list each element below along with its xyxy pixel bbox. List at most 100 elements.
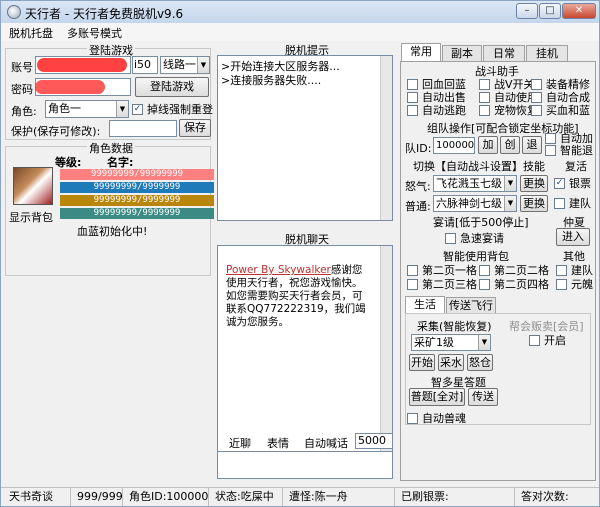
tab-daily[interactable]: 日常 [483, 45, 525, 62]
mp-bar: 99999999/9999999 [60, 182, 214, 193]
checkbox-other-team[interactable]: 建队 [556, 264, 593, 277]
checkbox-smart-exit[interactable]: 智能退 [545, 144, 593, 157]
quiz-button[interactable]: 普题[全对] [409, 388, 465, 406]
tab-dungeon[interactable]: 副本 [442, 45, 482, 62]
tab-emoji[interactable]: 表情 [267, 435, 289, 451]
tab-nearby-chat[interactable]: 近聊 [229, 435, 251, 451]
menu-tray[interactable]: 脱机托盘 [9, 25, 53, 41]
tips-line: >连接服务器失败.... [221, 74, 322, 87]
title-bar[interactable]: 天行者 - 天行者免费脱机v9.6 – □ ✕ [1, 1, 599, 23]
team-create-button[interactable]: 创 [500, 136, 520, 154]
checkbox-bag-slot-3[interactable]: 第二页三格 [407, 278, 477, 291]
status-monster: 遭怪:陈一舟 [285, 488, 395, 506]
checkbox-war-v[interactable]: 战V开关 [479, 78, 535, 91]
checkbox-auto-compose[interactable]: 自动合成 [531, 91, 590, 104]
checkbox-buy-potions[interactable]: 买血和蓝 [531, 104, 590, 117]
tab-life[interactable]: 生活 [405, 296, 445, 314]
skills-title: 切换【自动战斗设置】技能 [411, 158, 547, 174]
checkbox-recover[interactable]: 回血回蓝 [407, 78, 466, 91]
normal-label: 普通: [405, 200, 431, 213]
team-join-button[interactable]: 加 [478, 136, 498, 154]
middle-column: 脱机提示 >开始连接大区服务器... >连接服务器失败.... 脱机聊天 Pow… [215, 43, 395, 483]
revive-title: 复活 [563, 158, 589, 174]
maximize-button[interactable]: □ [539, 3, 561, 19]
checkbox-pet-recover[interactable]: 宠物恢复 [479, 104, 538, 117]
name-label: 名字: [107, 156, 134, 169]
level-label: 等级: [55, 156, 82, 169]
change-normal-skill-button[interactable]: 更换 [520, 195, 548, 212]
status-correct: 答对次数: [521, 490, 569, 503]
normal-skill-select[interactable]: 六脉神剑七级 ▼ [433, 195, 517, 212]
status-game: 天书奇谈 [5, 488, 71, 506]
hp-bar: 99999999/99999999 [60, 169, 214, 180]
smart-bag-title: 智能使用背包 [441, 248, 511, 264]
chat-message: Power By Skywalker感谢您使用天行者，祝您游戏愉快。如您需要购买… [226, 264, 372, 329]
anger-label: 怒气: [405, 180, 431, 193]
gather-storage-button[interactable]: 怒仓 [467, 354, 493, 371]
close-button[interactable]: ✕ [562, 3, 596, 19]
status-state: 状态:吃屎中 [211, 488, 283, 506]
exp-bar: 99999999/9999999 [60, 195, 214, 206]
account-redaction [37, 58, 127, 72]
status-bar: 天书奇谈 999/999 角色ID:1000000 状态:吃屎中 遭怪:陈一舟 … [1, 487, 599, 506]
checkbox-guild-sale[interactable]: 开启 [529, 334, 566, 347]
gather-water-button[interactable]: 采水 [438, 354, 464, 371]
status-silver: 已刷银票: [397, 488, 515, 506]
chevron-down-icon: ▼ [504, 196, 516, 211]
tab-common[interactable]: 常用 [401, 43, 441, 62]
anger-skill-select[interactable]: 飞花溅玉七级 ▼ [433, 175, 517, 192]
enter-button[interactable]: 进入 [556, 228, 590, 246]
save-button[interactable]: 保存 [179, 119, 211, 137]
tab-afk[interactable]: 挂机 [526, 45, 568, 62]
status-role-id: 角色ID:1000000 [125, 488, 209, 506]
chevron-down-icon: ▼ [478, 335, 490, 350]
shout-interval-input[interactable]: 5000 [355, 433, 393, 449]
chevron-down-icon: ▼ [197, 57, 209, 73]
checkbox-auto-sell[interactable]: 自动出售 [407, 91, 466, 104]
show-bag-link[interactable]: 显示背包 [9, 209, 53, 225]
checkbox-bag-slot-4[interactable]: 第二页四格 [479, 278, 549, 291]
password-label: 密码 [11, 83, 33, 96]
menu-multi-account[interactable]: 多账号模式 [67, 25, 122, 41]
change-anger-skill-button[interactable]: 更换 [520, 175, 548, 192]
gather-start-button[interactable]: 开始 [409, 354, 435, 371]
account-label: 账号 [11, 61, 33, 74]
checkbox-auto-use[interactable]: 自动使用 [479, 91, 538, 104]
checkbox-auto-escape[interactable]: 自动逃跑 [407, 104, 466, 117]
menu-bar: 脱机托盘 多账号模式 [1, 23, 599, 41]
tips-list[interactable]: >开始连接大区服务器... >连接服务器失败.... [217, 55, 393, 221]
left-column: 登陆游戏 账号 i50 线路一 ▼ 密码 登陆游戏 角色: 角色一 ▼ ✓ 掉线强制重… [5, 42, 214, 483]
gather-select[interactable]: 采矿1级 ▼ [411, 334, 491, 351]
checkbox-refine[interactable]: 装备精修 [531, 78, 590, 91]
protect-input[interactable] [109, 120, 177, 137]
window-title: 天行者 - 天行者免费脱机v9.6 [25, 7, 184, 21]
protect-label: 保护(保存可修改): [11, 125, 101, 138]
checkbox-other-soul[interactable]: 元魄 [556, 278, 593, 291]
power-by-link[interactable]: Power By Skywalker [226, 264, 331, 276]
login-button[interactable]: 登陆游戏 [135, 77, 209, 97]
reconnect-checkbox[interactable]: ✓ 掉线强制重登 [132, 103, 213, 116]
avatar [13, 167, 53, 205]
tips-scrollbar[interactable] [380, 56, 392, 220]
role-select[interactable]: 角色一 ▼ [45, 100, 129, 118]
checkbox-bag-slot-2[interactable]: 第二页二格 [479, 264, 549, 277]
checkbox-urgent-feast[interactable]: 急速宴请 [445, 232, 504, 245]
team-id-input[interactable]: 1000000 [433, 137, 475, 154]
quiz-teleport-button[interactable]: 传送 [468, 388, 498, 406]
checkbox-auto-beast-soul[interactable]: 自动兽魂 [407, 412, 466, 425]
stamina-bar: 99999999/9999999 [60, 208, 214, 219]
password-redaction [35, 80, 105, 94]
tab-auto-shout[interactable]: 自动喊话 [304, 435, 348, 451]
checkbox-team-revive[interactable]: 建队 [554, 197, 591, 210]
team-id-label: 队ID: [405, 142, 432, 155]
status-count: 999/999 [73, 488, 123, 506]
checkbox-silver-revive[interactable]: ✓ 银票 [554, 177, 591, 190]
tab-teleport-fly[interactable]: 传送飞行 [446, 297, 496, 314]
line-select[interactable]: 线路一 ▼ [160, 56, 210, 74]
chat-input[interactable] [217, 451, 393, 479]
checkbox-bag-slot-1[interactable]: 第二页一格 [407, 264, 477, 277]
server-select[interactable]: i50 [132, 56, 158, 74]
minimize-button[interactable]: – [516, 3, 538, 19]
gather-title: 采集(智能恢复) [415, 318, 494, 334]
team-exit-button[interactable]: 退 [522, 136, 542, 154]
